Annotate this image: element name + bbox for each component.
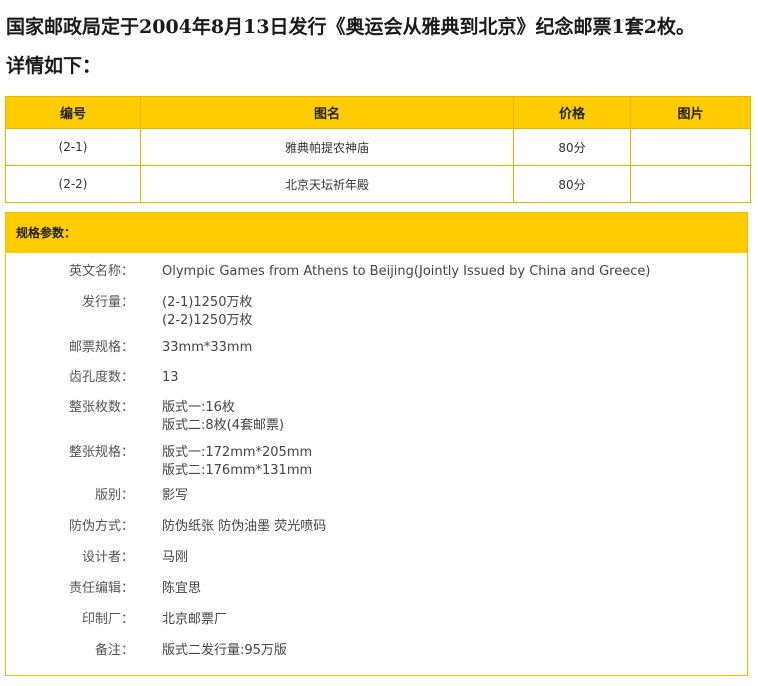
spec-value-line: 13: [162, 370, 179, 385]
spec-value: (2-1)1250万枚 (2-2)1250万枚: [162, 294, 742, 330]
stamp-number-cell: (2-2): [5, 165, 141, 203]
spec-label: 英文名称：: [68, 264, 134, 279]
headline-line-2: 详情如下：: [6, 55, 102, 77]
spec-value: 马刚: [162, 549, 742, 567]
spec-value-line: 陈宜思: [162, 581, 202, 596]
spec-value-line: Olympic Games from Athens to Beijing(Joi…: [162, 264, 651, 279]
stamp-image-cell: [630, 165, 751, 203]
headline: 国家邮政局定于2004年8月13日发行《奥运会从雅典到北京》纪念邮票1套2枚。 …: [6, 8, 756, 86]
spec-label: 责任编辑：: [68, 581, 134, 596]
spec-value: 13: [162, 369, 742, 387]
spec-label: 防伪方式：: [68, 519, 134, 534]
spec-value-line: 33mm*33mm: [162, 340, 253, 355]
spec-value-line: 版式二发行量:95万版: [162, 643, 287, 658]
stamp-name-cell: 雅典帕提农神庙: [140, 128, 514, 166]
stamp-image-cell: [630, 128, 751, 166]
spec-label: 备注：: [94, 643, 134, 658]
spec-value-line: 马刚: [162, 550, 189, 565]
spec-value-line: 版式二:176mm*131mm: [162, 463, 313, 478]
spec-value-line: 版式一:172mm*205mm: [162, 445, 313, 460]
spec-value-line: (2-1)1250万枚: [162, 295, 253, 310]
spec-value-line: 版式一:16枚: [162, 400, 235, 415]
spec-label: 印制厂：: [81, 612, 134, 627]
stamp-number-cell: (2-1): [5, 128, 141, 166]
stamp-price-cell: 80分: [513, 165, 631, 203]
column-header-name: 图名: [140, 96, 514, 129]
spec-label: 整张枚数：: [68, 400, 134, 415]
spec-value: 版式一:16枚 版式二:8枚(4套邮票): [162, 399, 742, 435]
spec-label: 齿孔度数：: [68, 370, 134, 385]
stamp-table: 编号 图名 价格 图片 (2-1) 雅典帕提农神庙 80分 (2-2) 北京天坛…: [5, 96, 751, 203]
spec-value: Olympic Games from Athens to Beijing(Joi…: [162, 263, 742, 281]
spec-value: 版式二发行量:95万版: [162, 642, 742, 660]
spec-value: 陈宜思: [162, 580, 742, 598]
table-row: (2-2) 北京天坛祈年殿 80分: [5, 165, 751, 203]
column-header-image: 图片: [630, 96, 751, 129]
spec-label: 版别：: [94, 488, 134, 503]
spec-value-line: 防伪纸张 防伪油墨 荧光喷码: [162, 519, 327, 534]
table-header-row: 编号 图名 价格 图片: [5, 96, 751, 129]
spec-label: 设计者：: [81, 550, 134, 565]
spec-value: 北京邮票厂: [162, 611, 742, 629]
spec-value-line: 北京邮票厂: [162, 612, 228, 627]
spec-value: 影写: [162, 487, 742, 505]
spec-value: 33mm*33mm: [162, 339, 742, 357]
specs-panel: 规格参数： 英文名称： Olympic Games from Athens to…: [5, 212, 748, 676]
spec-label: 发行量：: [81, 295, 134, 310]
column-header-price: 价格: [513, 96, 631, 129]
headline-line-1: 国家邮政局定于2004年8月13日发行《奥运会从雅典到北京》纪念邮票1套2枚。: [6, 16, 695, 38]
spec-label: 邮票规格：: [68, 340, 134, 355]
spec-value-line: 影写: [162, 488, 189, 503]
spec-value-line: 版式二:8枚(4套邮票): [162, 418, 285, 433]
specs-title: 规格参数：: [6, 213, 747, 253]
column-header-number: 编号: [5, 96, 141, 129]
spec-label: 整张规格：: [68, 445, 134, 460]
stamp-name-cell: 北京天坛祈年殿: [140, 165, 514, 203]
spec-value-line: (2-2)1250万枚: [162, 313, 253, 328]
stamp-price-cell: 80分: [513, 128, 631, 166]
spec-value: 版式一:172mm*205mm 版式二:176mm*131mm: [162, 444, 742, 480]
spec-value: 防伪纸张 防伪油墨 荧光喷码: [162, 518, 742, 536]
table-row: (2-1) 雅典帕提农神庙 80分: [5, 128, 751, 166]
